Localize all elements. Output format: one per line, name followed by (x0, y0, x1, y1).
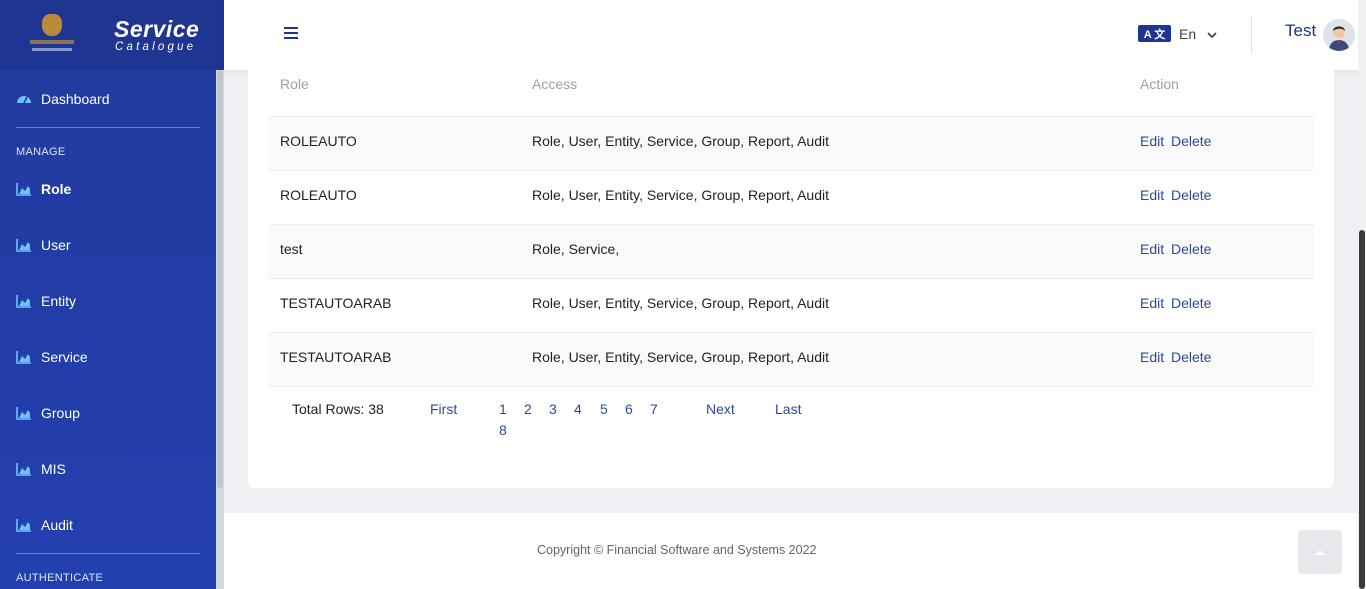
sidebar-divider (16, 553, 200, 554)
sidebar-item-label: User (41, 237, 71, 253)
edit-link[interactable]: Edit (1140, 295, 1164, 311)
header-divider (1251, 16, 1252, 54)
ministry-emblem-logo (28, 12, 76, 56)
delete-link[interactable]: Delete (1171, 133, 1211, 149)
brand-title: Service (114, 16, 200, 42)
sidebar-item-label: Role (41, 181, 72, 197)
edit-link[interactable]: Edit (1140, 241, 1164, 257)
access-cell: Role, User, Entity, Service, Group, Repo… (532, 187, 829, 203)
chevron-up-icon (1314, 543, 1326, 561)
avatar[interactable] (1323, 19, 1355, 51)
sidebar-item-group[interactable]: Group (16, 401, 80, 425)
user-name[interactable]: Test (1285, 21, 1316, 41)
language-selector[interactable]: A 文 En (1138, 25, 1218, 42)
table-row: ROLEAUTO Role, User, Entity, Service, Gr… (268, 170, 1314, 224)
delete-link[interactable]: Delete (1171, 241, 1211, 257)
page-next[interactable]: Next (706, 401, 735, 417)
sidebar-item-label: Audit (41, 517, 73, 533)
access-cell: Role, Service, (532, 241, 620, 257)
area-chart-icon (16, 462, 32, 476)
access-cell: Role, User, Entity, Service, Group, Repo… (532, 295, 829, 311)
translate-icon: A 文 (1138, 25, 1171, 42)
page-2[interactable]: 2 (524, 401, 532, 417)
brand-subtitle: Catalogue (115, 41, 197, 53)
sidebar-item-dashboard[interactable]: Dashboard (16, 87, 110, 111)
access-cell: Role, User, Entity, Service, Group, Repo… (532, 349, 829, 365)
brand-header: Service Catalogue (0, 0, 224, 70)
language-label: En (1179, 25, 1197, 42)
page-last[interactable]: Last (775, 401, 801, 417)
sidebar-item-role[interactable]: Role (16, 177, 71, 201)
column-header-access: Access (532, 76, 578, 92)
page-4[interactable]: 4 (574, 401, 582, 417)
role-cell: TESTAUTOARAB (280, 295, 392, 311)
role-cell: test (280, 241, 303, 257)
page-scrollbar[interactable] (1358, 0, 1366, 589)
sidebar-item-entity[interactable]: Entity (16, 289, 76, 313)
delete-link[interactable]: Delete (1171, 187, 1211, 203)
dashboard-gauge-icon (16, 92, 32, 106)
sidebar-scrollbar-thumb[interactable] (217, 70, 223, 488)
page-3[interactable]: 3 (549, 401, 557, 417)
footer: Copyright © Financial Software and Syste… (224, 513, 1358, 589)
page-8[interactable]: 8 (499, 422, 507, 438)
page-first[interactable]: First (430, 401, 457, 417)
role-cell: ROLEAUTO (280, 187, 357, 203)
page-1[interactable]: 1 (499, 401, 507, 417)
top-bar: A 文 En Test (224, 0, 1358, 70)
column-header-action: Action (1140, 76, 1179, 92)
area-chart-icon (16, 294, 32, 308)
edit-link[interactable]: Edit (1140, 133, 1164, 149)
section-manage: MANAGE (16, 146, 66, 158)
scroll-to-top-button[interactable] (1298, 530, 1342, 574)
table-row: TESTAUTOARAB Role, User, Entity, Service… (268, 278, 1314, 332)
sidebar-item-mis[interactable]: MIS (16, 457, 66, 481)
menu-toggle-icon[interactable] (284, 27, 298, 39)
column-header-role: Role (280, 76, 309, 92)
sidebar-scrollbar[interactable] (216, 70, 224, 589)
section-authenticate: AUTHENTICATE (16, 572, 104, 584)
sidebar-item-label: Service (41, 349, 88, 365)
sidebar-item-service[interactable]: Service (16, 345, 88, 369)
role-cell: ROLEAUTO (280, 133, 357, 149)
copyright-text: Copyright © Financial Software and Syste… (537, 543, 817, 557)
chevron-down-icon (1206, 28, 1218, 40)
page-7[interactable]: 7 (650, 401, 658, 417)
edit-link[interactable]: Edit (1140, 187, 1164, 203)
sidebar-item-label: Entity (41, 293, 77, 309)
sidebar-divider (16, 127, 200, 128)
sidebar: Service Catalogue Dashboard MANAGE Role … (0, 0, 224, 589)
sidebar-item-user[interactable]: User (16, 233, 71, 257)
area-chart-icon (16, 518, 32, 532)
role-cell: TESTAUTOARAB (280, 349, 392, 365)
table-row: test Role, Service, Edit Delete (268, 224, 1314, 278)
delete-link[interactable]: Delete (1171, 349, 1211, 365)
sidebar-item-label: MIS (41, 461, 66, 477)
table-row: TESTAUTOARAB Role, User, Entity, Service… (268, 332, 1314, 386)
area-chart-icon (16, 406, 32, 420)
table-bottom-border (268, 386, 1314, 387)
delete-link[interactable]: Delete (1171, 295, 1211, 311)
access-cell: Role, User, Entity, Service, Group, Repo… (532, 133, 829, 149)
sidebar-item-label: Group (41, 405, 80, 421)
area-chart-icon (16, 238, 32, 252)
page-5[interactable]: 5 (600, 401, 608, 417)
total-rows: Total Rows: 38 (292, 401, 384, 417)
table-row: ROLEAUTO Role, User, Entity, Service, Gr… (268, 116, 1314, 170)
sidebar-item-audit[interactable]: Audit (16, 513, 73, 537)
area-chart-icon (16, 350, 32, 364)
page-6[interactable]: 6 (625, 401, 633, 417)
page-scrollbar-thumb[interactable] (1359, 230, 1365, 589)
area-chart-icon (16, 182, 32, 196)
edit-link[interactable]: Edit (1140, 349, 1164, 365)
sidebar-item-label: Dashboard (41, 91, 110, 107)
